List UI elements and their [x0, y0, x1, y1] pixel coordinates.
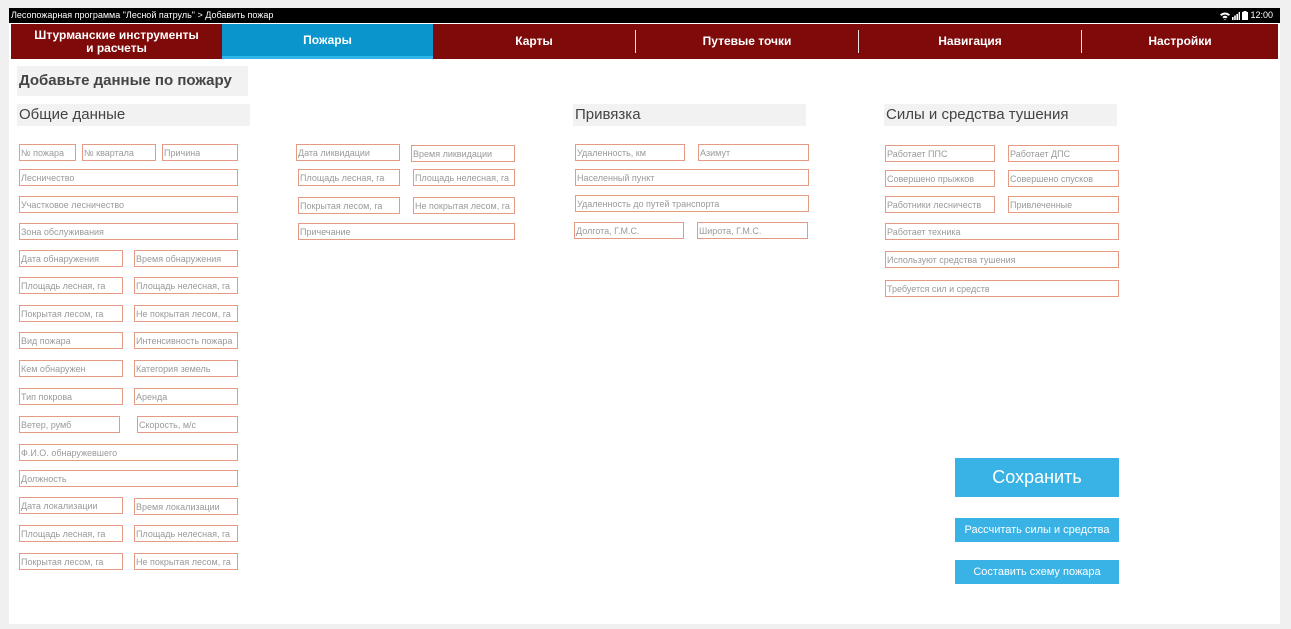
wifi-icon [1220, 12, 1231, 20]
wind-speed-field[interactable] [137, 416, 238, 433]
fire-number-field[interactable] [19, 144, 76, 161]
localization-area-nonforest-field[interactable] [134, 525, 238, 542]
tab-navigation[interactable]: Навигация [859, 24, 1081, 59]
detection-area-uncovered-field[interactable] [134, 305, 238, 322]
remark-field[interactable] [298, 223, 515, 240]
tab-navigator-tools-label: Штурманские инструменты и расчеты [34, 27, 199, 55]
battery-icon [1242, 11, 1249, 21]
signal-icon [1232, 11, 1241, 20]
calculate-forces-button[interactable]: Рассчитать силы и средства [955, 518, 1119, 542]
window-title: Лесопожарная программа "Лесной патруль" … [11, 10, 274, 20]
fire-type-field[interactable] [19, 332, 123, 349]
liquidation-area-nonforest-field[interactable] [413, 169, 515, 186]
land-category-field[interactable] [134, 360, 238, 377]
localization-area-forest-field[interactable] [19, 525, 123, 542]
detection-area-nonforest-field[interactable] [134, 277, 238, 294]
app-window: Лесопожарная программа "Лесной патруль" … [9, 8, 1280, 624]
distance-km-field[interactable] [575, 144, 685, 161]
tab-navigation-label: Навигация [938, 34, 1002, 48]
pps-working-field[interactable] [885, 145, 995, 162]
localization-time-field[interactable] [134, 498, 238, 515]
attracted-field[interactable] [1008, 196, 1119, 213]
dps-working-field[interactable] [1008, 145, 1119, 162]
section-title-binding: Привязка [573, 104, 806, 126]
tab-maps-label: Карты [515, 34, 553, 48]
tab-fires[interactable]: Пожары [222, 24, 433, 59]
settlement-field[interactable] [575, 169, 809, 186]
tab-settings-label: Настройки [1148, 34, 1212, 48]
localization-area-uncovered-field[interactable] [134, 553, 238, 570]
liquidation-date-field[interactable] [296, 144, 400, 161]
localization-date-field[interactable] [19, 497, 123, 514]
detection-area-covered-field[interactable] [19, 305, 123, 322]
wind-rhumb-field[interactable] [19, 416, 120, 433]
longitude-field[interactable] [574, 222, 684, 239]
service-zone-field[interactable] [19, 223, 238, 240]
tab-settings[interactable]: Настройки [1082, 24, 1278, 59]
status-bar: Лесопожарная программа "Лесной патруль" … [9, 8, 1280, 23]
machinery-working-field[interactable] [885, 223, 1119, 240]
fire-scheme-button[interactable]: Составить схему пожара [955, 560, 1119, 584]
section-title-general: Общие данные [17, 104, 250, 126]
detection-area-forest-field[interactable] [19, 277, 123, 294]
jumps-made-field[interactable] [885, 170, 995, 187]
fire-intensity-field[interactable] [134, 332, 238, 349]
liquidation-area-forest-field[interactable] [298, 169, 400, 186]
detection-time-field[interactable] [134, 250, 238, 267]
save-button[interactable]: Сохранить [955, 458, 1119, 497]
liquidation-time-field[interactable] [411, 145, 515, 162]
section-title-forces: Силы и средства тушения [884, 104, 1117, 126]
liquidation-area-covered-field[interactable] [298, 197, 400, 214]
distance-transport-field[interactable] [575, 195, 809, 212]
forestry-field[interactable] [19, 169, 238, 186]
descents-made-field[interactable] [1008, 170, 1119, 187]
quarter-number-field[interactable] [82, 144, 156, 161]
tab-navigator-tools[interactable]: Штурманские инструменты и расчеты [11, 24, 222, 59]
main-nav: Штурманские инструменты и расчеты Пожары … [11, 24, 1278, 59]
tab-waypoints-label: Путевые точки [702, 34, 792, 48]
tab-waypoints[interactable]: Путевые точки [636, 24, 858, 59]
clock: 12:00 [1250, 10, 1273, 20]
status-icons: 12:00 [1220, 8, 1273, 23]
detected-by-field[interactable] [19, 360, 123, 377]
azimuth-field[interactable] [698, 144, 809, 161]
forces-required-field[interactable] [885, 280, 1119, 297]
localization-area-covered-field[interactable] [19, 553, 123, 570]
forestry-workers-field[interactable] [885, 196, 995, 213]
detector-name-field[interactable] [19, 444, 238, 461]
tab-maps[interactable]: Карты [433, 24, 635, 59]
detection-date-field[interactable] [19, 250, 123, 267]
cover-type-field[interactable] [19, 388, 123, 405]
cause-field[interactable] [162, 144, 238, 161]
tab-fires-label: Пожары [303, 32, 352, 47]
district-forestry-field[interactable] [19, 196, 238, 213]
extinguishing-means-field[interactable] [885, 251, 1119, 268]
position-field[interactable] [19, 470, 238, 487]
lease-field[interactable] [134, 388, 238, 405]
latitude-field[interactable] [697, 222, 808, 239]
page-title: Добавьте данные по пожару [17, 66, 248, 96]
liquidation-area-uncovered-field[interactable] [413, 197, 515, 214]
